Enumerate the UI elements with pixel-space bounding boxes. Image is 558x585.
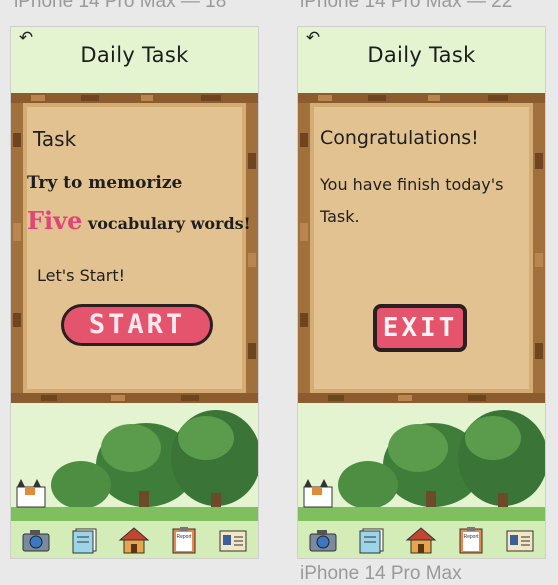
report-icon-label: Report bbox=[463, 534, 479, 540]
phone-screen-congrats: ↶ Daily Task Congratulations! You have f… bbox=[297, 26, 546, 559]
emphasis-word: Five bbox=[27, 206, 83, 235]
home-icon[interactable] bbox=[405, 525, 437, 555]
exit-button[interactable]: EXIT bbox=[373, 304, 467, 352]
frame-label-3: iPhone 14 Pro Max bbox=[300, 563, 462, 584]
bottom-nav-bar: Report bbox=[298, 521, 545, 558]
notebook-icon[interactable] bbox=[356, 525, 388, 555]
page-title: Daily Task bbox=[367, 43, 476, 67]
home-icon[interactable] bbox=[118, 525, 150, 555]
phone-screen-task: ↶ Daily Task Task Try to memorize Five v… bbox=[10, 26, 259, 559]
congrats-heading: Congratulations! bbox=[320, 127, 479, 149]
profile-card-icon[interactable] bbox=[504, 525, 536, 555]
lets-start-text: Let's Start! bbox=[37, 266, 126, 285]
camera-icon[interactable] bbox=[20, 525, 52, 555]
forest-scene bbox=[11, 403, 258, 521]
start-button[interactable]: START bbox=[61, 304, 213, 346]
forest-scene bbox=[298, 403, 545, 521]
report-icon-label: Report bbox=[176, 534, 192, 540]
report-clipboard-icon[interactable]: Report bbox=[168, 525, 200, 555]
parchment-board: Task Try to memorize Five vocabulary wor… bbox=[11, 93, 258, 403]
report-clipboard-icon[interactable]: Report bbox=[455, 525, 487, 555]
instruction-line-1: Try to memorize bbox=[27, 173, 183, 193]
finish-message-line-1: You have finish today's bbox=[320, 175, 504, 194]
camera-icon[interactable] bbox=[307, 525, 339, 555]
profile-card-icon[interactable] bbox=[217, 525, 249, 555]
parchment-board: Congratulations! You have finish today's… bbox=[298, 93, 545, 403]
notebook-icon[interactable] bbox=[69, 525, 101, 555]
finish-message-line-2: Task. bbox=[320, 207, 360, 226]
task-heading: Task bbox=[33, 127, 77, 151]
page-title: Daily Task bbox=[80, 43, 189, 67]
bottom-nav-bar: Report bbox=[11, 521, 258, 558]
frame-label-2: iPhone 14 Pro Max — 22 bbox=[300, 0, 513, 12]
instruction-line-2: Five vocabulary words! bbox=[27, 206, 251, 235]
frame-label-1: iPhone 14 Pro Max — 18 bbox=[14, 0, 227, 12]
instruction-line-2-rest: vocabulary words! bbox=[82, 214, 251, 233]
